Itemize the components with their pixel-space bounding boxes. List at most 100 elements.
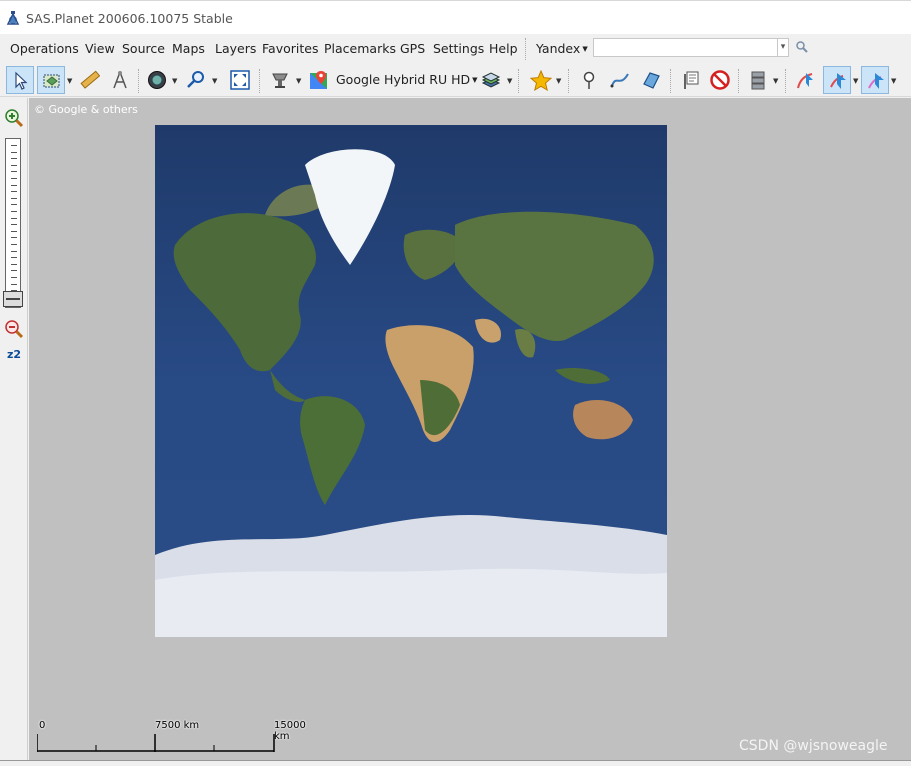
- zoom-out-icon[interactable]: [4, 319, 24, 339]
- menu-settings[interactable]: Settings: [433, 41, 484, 56]
- status-bar: [0, 760, 911, 766]
- chevron-down-icon[interactable]: ▼: [556, 77, 561, 85]
- add-path-icon: [610, 73, 629, 88]
- zoom-slider-tick: [11, 178, 17, 179]
- pointer-tool-button[interactable]: [6, 66, 34, 94]
- select-area-button[interactable]: [37, 66, 65, 94]
- chevron-down-icon[interactable]: ▼: [853, 77, 858, 85]
- chevron-down-icon[interactable]: ▼: [507, 77, 512, 85]
- chevron-down-icon: ▾: [780, 42, 786, 52]
- menu-view[interactable]: View: [85, 41, 115, 56]
- add-point-button[interactable]: [575, 66, 603, 94]
- main-toolbar: ▼ ▼ ▼ ▼ Google Hybrid RU HD ▼ ▼ ▼ ▼ ▼ ▼: [0, 63, 911, 97]
- zoom-slider-tick: [11, 224, 17, 226]
- zoom-slider-tick: [11, 211, 17, 212]
- search-engine-label: Yandex: [536, 41, 581, 56]
- zoom-slider-tick: [11, 257, 17, 259]
- menu-maps[interactable]: Maps: [172, 41, 205, 56]
- toolbar-separator: [568, 69, 570, 93]
- satellite-source-button[interactable]: [266, 66, 294, 94]
- zoom-slider-tick: [11, 250, 17, 252]
- toolbar-separator: [259, 69, 261, 93]
- toolbar-separator: [518, 69, 520, 93]
- fullscreen-button[interactable]: [226, 66, 254, 94]
- gps-follow-button[interactable]: [861, 66, 889, 94]
- add-path-button[interactable]: [606, 66, 634, 94]
- menu-help[interactable]: Help: [489, 41, 518, 56]
- gps-connect-button[interactable]: [792, 66, 820, 94]
- zoom-level-label: z2: [7, 348, 22, 361]
- compass-button[interactable]: [106, 66, 134, 94]
- menu-gps[interactable]: GPS: [400, 41, 425, 56]
- search-icon[interactable]: [795, 40, 809, 54]
- favorites-button[interactable]: [526, 66, 554, 94]
- chevron-down-icon[interactable]: ▼: [67, 77, 72, 85]
- cache-button[interactable]: [744, 66, 772, 94]
- map-source-label: Google Hybrid RU HD: [336, 72, 471, 87]
- zoom-tool-button[interactable]: [182, 66, 210, 94]
- map-tile-world[interactable]: [155, 125, 667, 637]
- zoom-slider-tick: [11, 277, 17, 278]
- scale-bar: 0 7500 km 15000 km: [37, 720, 306, 756]
- magnifier-icon: [187, 71, 204, 88]
- zoom-slider-tick: [11, 191, 17, 193]
- zoom-slider[interactable]: [5, 138, 21, 308]
- zoom-slider-tick: [11, 237, 17, 239]
- zoom-slider-tick: [11, 283, 17, 285]
- zoom-slider-tick: [11, 204, 17, 206]
- layers-stack-icon: [481, 72, 501, 88]
- title-bar: SAS.Planet 200606.10075 Stable: [0, 0, 911, 34]
- favorite-star-icon: [530, 70, 552, 92]
- satellite-icon: [272, 73, 288, 88]
- map-view[interactable]: © Google & others 0 7500 km 15000 km CSD…: [29, 98, 911, 760]
- search-engine-dropdown[interactable]: Yandex ▼: [536, 41, 588, 56]
- layers-button[interactable]: [477, 66, 505, 94]
- menu-placemarks[interactable]: Placemarks: [324, 41, 396, 56]
- globe-button[interactable]: [143, 66, 171, 94]
- ruler-button[interactable]: [76, 66, 104, 94]
- chevron-down-icon[interactable]: ▼: [212, 77, 217, 85]
- gps-follow-icon: [868, 73, 884, 89]
- placemark-list-icon: [684, 71, 699, 89]
- zoom-in-icon[interactable]: [4, 108, 24, 128]
- placemark-list-button[interactable]: [677, 66, 705, 94]
- zoom-panel: z2: [0, 98, 28, 760]
- chevron-down-icon[interactable]: ▼: [172, 77, 177, 85]
- compass-icon: [113, 71, 127, 89]
- toolbar-separator: [138, 69, 140, 93]
- ruler-icon: [80, 70, 100, 89]
- menu-source[interactable]: Source: [122, 41, 165, 56]
- chevron-down-icon[interactable]: ▼: [891, 77, 896, 85]
- menu-bar: Operations View Source Maps Layers Favor…: [0, 36, 911, 62]
- chevron-down-icon[interactable]: ▼: [773, 77, 778, 85]
- add-polygon-icon: [643, 72, 660, 89]
- search-history-dropdown[interactable]: ▾: [777, 38, 789, 57]
- gps-center-button[interactable]: [823, 66, 851, 94]
- search-input[interactable]: [593, 38, 778, 57]
- database-icon: [751, 71, 765, 90]
- globe-icon: [148, 71, 166, 89]
- gps-track-icon: [797, 73, 813, 89]
- add-polygon-button[interactable]: [637, 66, 665, 94]
- world-satellite-image: [155, 125, 667, 637]
- google-maps-icon: [310, 71, 327, 89]
- watermark-text: CSDN @wjsnoweagle: [739, 738, 888, 754]
- zoom-slider-tick: [11, 164, 17, 166]
- layers-select-icon: [43, 74, 60, 88]
- hide-placemarks-button[interactable]: [706, 66, 734, 94]
- zoom-slider-tick: [11, 230, 17, 232]
- map-attribution: © Google & others: [34, 103, 138, 116]
- gps-center-icon: [830, 73, 846, 89]
- menu-favorites[interactable]: Favorites: [262, 41, 318, 56]
- map-source-dropdown[interactable]: Google Hybrid RU HD ▼: [336, 72, 478, 87]
- window-title: SAS.Planet 200606.10075 Stable: [26, 11, 233, 26]
- zoom-slider-thumb[interactable]: [3, 291, 23, 307]
- chevron-down-icon[interactable]: ▼: [296, 77, 301, 85]
- menu-separator: [525, 38, 527, 60]
- zoom-slider-tick: [11, 145, 17, 146]
- google-maps-button[interactable]: [305, 66, 333, 94]
- menu-operations[interactable]: Operations: [10, 41, 79, 56]
- menu-layers[interactable]: Layers: [215, 41, 256, 56]
- chevron-down-icon: ▼: [582, 45, 588, 53]
- satellite-app-icon: [6, 11, 20, 25]
